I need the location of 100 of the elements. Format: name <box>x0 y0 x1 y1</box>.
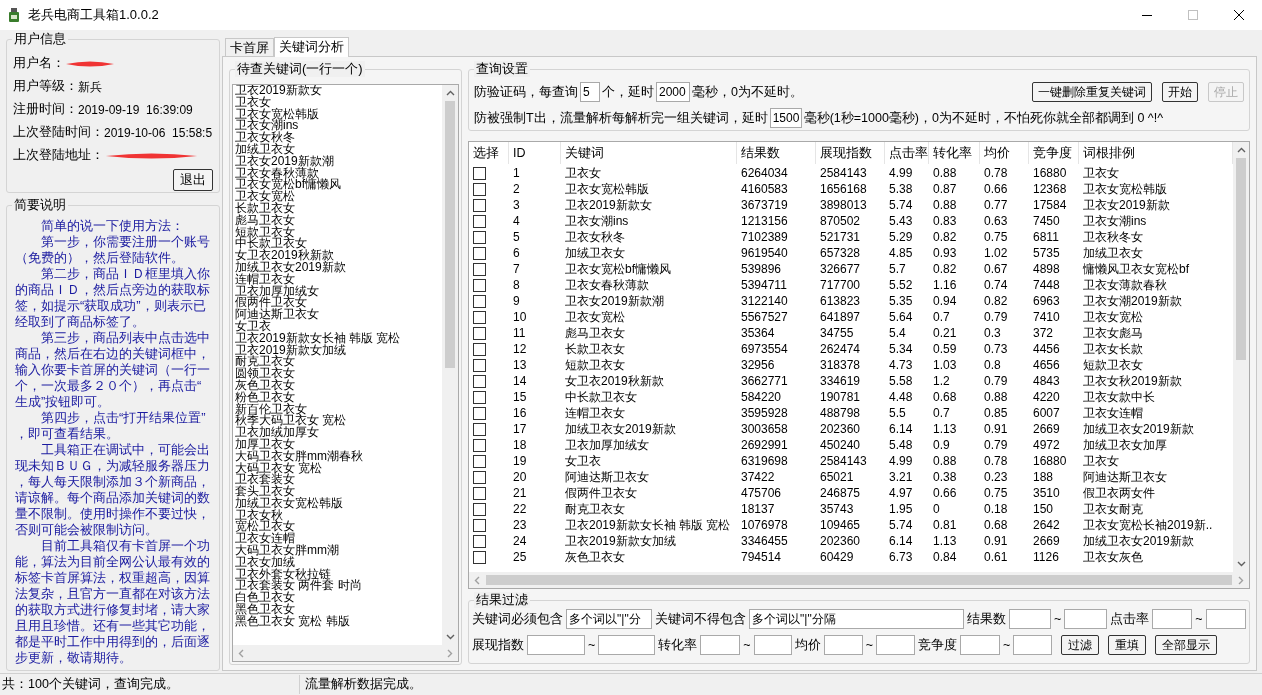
column-header[interactable]: 均价 <box>980 142 1029 164</box>
button[interactable]: 全部显示 <box>1155 635 1218 655</box>
input-field[interactable]: 2000 <box>656 82 690 102</box>
button[interactable]: 退出 <box>173 169 213 191</box>
table-cell-text: 334619 <box>819 373 862 390</box>
checkbox[interactable] <box>473 550 486 564</box>
input-field[interactable] <box>823 635 863 655</box>
input-field[interactable] <box>1152 609 1193 629</box>
table-cell-text: 耐克卫衣女 <box>564 501 626 518</box>
checkbox[interactable] <box>473 470 486 484</box>
input-field[interactable] <box>598 635 656 655</box>
table-cell-text: 6.14 <box>888 421 914 438</box>
checkbox[interactable] <box>473 406 486 420</box>
checkbox[interactable] <box>473 390 486 404</box>
table-cell-text: 488798 <box>819 405 862 422</box>
table-cell-text: 521731 <box>819 229 862 246</box>
input-field[interactable] <box>1009 609 1051 629</box>
column-header[interactable]: 点击率 <box>885 142 929 164</box>
column-header[interactable]: 选择 <box>469 142 509 164</box>
table-cell-text: 2669 <box>1032 533 1061 550</box>
checkbox[interactable] <box>473 534 486 548</box>
field-label: 上次登陆地址： <box>13 147 104 165</box>
keyword-line: 大码卫衣女胖mm潮 <box>235 545 339 557</box>
column-header[interactable]: 结果数 <box>737 142 816 164</box>
checkbox[interactable] <box>473 358 486 372</box>
input-field[interactable] <box>753 635 792 655</box>
input-field[interactable] <box>700 635 741 655</box>
column-header[interactable]: 竞争度 <box>1029 142 1079 164</box>
tab[interactable]: 卡首屏 <box>225 38 274 56</box>
checkbox[interactable] <box>473 278 486 292</box>
button[interactable]: 一键删除重复关键词 <box>1032 82 1152 102</box>
button[interactable]: 重填 <box>1108 635 1147 655</box>
scrollbar-thumb[interactable] <box>1236 158 1246 360</box>
input-field[interactable]: 多个词以"|"分 <box>566 609 652 629</box>
table-cell-text: 6.73 <box>888 549 914 566</box>
input-field[interactable] <box>1064 609 1108 629</box>
checkbox[interactable] <box>473 438 486 452</box>
button[interactable]: 过滤 <box>1061 635 1100 655</box>
checkbox[interactable] <box>473 342 486 356</box>
input-field[interactable] <box>959 635 1000 655</box>
table-cell-text: 假两件卫衣女 <box>564 485 638 502</box>
checkbox[interactable] <box>473 198 486 212</box>
checkbox[interactable] <box>473 502 486 516</box>
table-cell-text: 1 <box>512 165 521 182</box>
checkbox[interactable] <box>473 422 486 436</box>
table-cell-text: 0.79 <box>983 437 1009 454</box>
checkbox[interactable] <box>473 246 486 260</box>
window-title: 老兵电商工具箱1.0.0.2 <box>28 6 159 25</box>
label: 转化率 <box>658 636 698 654</box>
input-field[interactable]: 5 <box>580 82 600 102</box>
checkbox[interactable] <box>473 182 486 196</box>
column-header[interactable]: ID <box>509 142 561 164</box>
input-field[interactable] <box>1205 609 1246 629</box>
table-cell-text: 加绒卫衣女 <box>1082 245 1144 262</box>
table-cell-text: 1.13 <box>932 533 958 550</box>
input-field[interactable]: 1500 <box>769 108 802 128</box>
scrollbar[interactable] <box>469 572 1249 588</box>
checkbox[interactable] <box>473 374 486 388</box>
label: ~ <box>743 636 751 654</box>
table-cell-text: 加绒卫衣女 <box>564 245 626 262</box>
table-cell-text: 0.59 <box>932 341 958 358</box>
checkbox[interactable] <box>473 310 486 324</box>
scrollbar-thumb[interactable] <box>486 575 1232 585</box>
input-field[interactable]: 多个词以"|"分隔 <box>749 609 964 629</box>
input-field[interactable] <box>1013 635 1053 655</box>
button[interactable]: 开始 <box>1162 82 1198 102</box>
table-cell-text: 5.29 <box>888 229 914 246</box>
label: 毫秒，0为不延时。 <box>692 83 803 101</box>
input-field[interactable] <box>527 635 585 655</box>
field-label: 用户名： <box>13 55 65 73</box>
table-cell-text: 60429 <box>819 549 855 566</box>
checkbox[interactable] <box>473 214 486 228</box>
checkbox[interactable] <box>473 262 486 276</box>
checkbox[interactable] <box>473 230 486 244</box>
column-header[interactable]: 转化率 <box>929 142 980 164</box>
checkbox[interactable] <box>473 518 486 532</box>
app-icon <box>8 7 20 23</box>
column-header[interactable]: 关键词 <box>561 142 737 164</box>
table-cell-text: 2669 <box>1032 421 1061 438</box>
scrollbar-thumb[interactable] <box>445 101 455 368</box>
column-header[interactable]: 展现指数 <box>816 142 885 164</box>
table-cell-text: 0.82 <box>932 229 958 246</box>
checkbox[interactable] <box>473 454 486 468</box>
scrollbar[interactable] <box>1233 142 1249 572</box>
table-cell-text: 6319698 <box>740 453 789 470</box>
checkbox[interactable] <box>473 166 486 180</box>
scrollbar[interactable] <box>442 85 458 645</box>
keyword-line: 卫衣女宽松 <box>235 191 295 203</box>
table-cell-text: 1076978 <box>740 517 789 534</box>
tab[interactable]: 关键词分析 <box>274 37 349 57</box>
input-field[interactable] <box>875 635 915 655</box>
label: ~ <box>1195 610 1203 628</box>
table-cell-text: 卫衣女宽松韩版 <box>1082 181 1168 198</box>
maximize-icon <box>1188 10 1198 20</box>
table-cell-text: 3595928 <box>740 405 789 422</box>
keyword-line: 加绒卫衣女宽松韩版 <box>235 497 343 510</box>
checkbox[interactable] <box>473 326 486 340</box>
checkbox[interactable] <box>473 294 486 308</box>
checkbox[interactable] <box>473 486 486 500</box>
scrollbar[interactable] <box>233 645 458 661</box>
